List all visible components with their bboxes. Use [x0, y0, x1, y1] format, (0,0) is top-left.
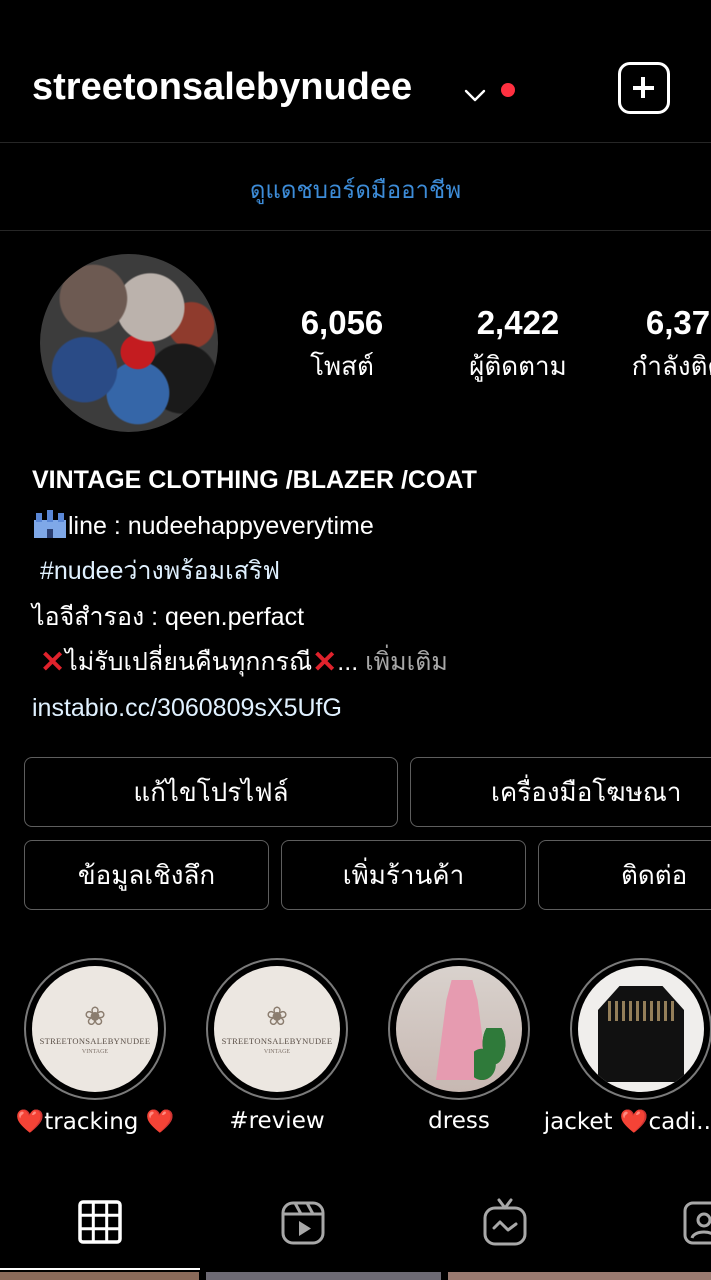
cover-brand-text: STREETONSALEBYNUDEE — [39, 1035, 151, 1046]
stat-followers[interactable]: 2,422 ผู้ติดตาม — [456, 304, 580, 387]
highlight-label: ❤️tracking ❤️ — [15, 1109, 175, 1135]
highlight-review[interactable]: ❀ STREETONSALEBYNUDEE VINTAGE #review — [206, 958, 348, 1134]
bio-line-id: line : nudeehappyeverytime — [68, 511, 374, 540]
profile-tab-bar — [0, 1180, 711, 1270]
followers-label: ผู้ติดตาม — [469, 352, 567, 382]
bio-ellipsis: ... — [337, 648, 359, 676]
bio-policy: ไม่รับเปลี่ยนคืนทุกกรณี — [65, 648, 313, 676]
cover-brand-text: STREETONSALEBYNUDEE — [221, 1035, 333, 1046]
jacket-embroidery — [608, 1001, 674, 1021]
stat-posts[interactable]: 6,056 โพสต์ — [288, 304, 396, 387]
active-tab-indicator — [0, 1268, 200, 1270]
notification-dot — [501, 83, 515, 97]
bio-title: VINTAGE CLOTHING /BLAZER /COAT — [32, 466, 477, 494]
highlight-cover — [396, 966, 522, 1092]
edit-profile-button[interactable]: แก้ไขโปรไฟล์ — [24, 757, 398, 827]
add-post-icon[interactable] — [618, 62, 670, 114]
account-username[interactable]: streetonsalebynudee — [32, 66, 412, 109]
reels-icon[interactable] — [280, 1200, 326, 1246]
tagged-icon[interactable] — [682, 1200, 711, 1246]
divider — [0, 142, 711, 143]
flower-logo-icon: ❀ — [266, 1001, 288, 1032]
bio-line-row: line : nudeehappyeverytime — [32, 504, 711, 550]
posts-count: 6,056 — [300, 304, 384, 341]
flower-logo-icon: ❀ — [84, 1001, 106, 1032]
highlight-cover — [578, 966, 704, 1092]
profile-bio: VINTAGE CLOTHING /BLAZER /COAT line : nu… — [32, 458, 711, 731]
professional-dashboard-link[interactable]: ดูแดชบอร์ดมืออาชีพ — [0, 170, 711, 209]
castle-icon — [34, 509, 66, 538]
highlight-label: jacket ❤️cadi... — [543, 1109, 711, 1135]
plant-image — [474, 1028, 514, 1080]
insights-button[interactable]: ข้อมูลเชิงลึก — [24, 840, 269, 910]
grid-icon[interactable] — [78, 1200, 122, 1244]
bio-more-link[interactable]: เพิ่มเติม — [365, 648, 448, 676]
top-bar: streetonsalebynudee — [0, 40, 711, 140]
highlight-label: #review — [229, 1108, 325, 1134]
divider — [0, 230, 711, 231]
bio-link[interactable]: instabio.cc/3060809sX5UfG — [32, 686, 711, 732]
posts-label: โพสต์ — [310, 352, 374, 382]
highlight-cover: ❀ STREETONSALEBYNUDEE VINTAGE — [214, 966, 340, 1092]
followers-count: 2,422 — [476, 304, 560, 341]
highlight-jacket[interactable]: jacket ❤️cadi... — [544, 958, 711, 1135]
profile-avatar[interactable] — [40, 254, 218, 432]
highlight-tracking[interactable]: ❀ STREETONSALEBYNUDEE VINTAGE ❤️tracking… — [16, 958, 174, 1135]
bio-backup-account: ไอจีสำรอง : qeen.perfact — [32, 602, 305, 631]
cover-sub-text: VINTAGE — [263, 1048, 291, 1055]
contact-button[interactable]: ติดต่อ — [538, 840, 711, 910]
igtv-icon[interactable] — [482, 1198, 528, 1248]
profile-page: streetonsalebynudee ดูแดชบอร์ดมืออาชีพ 6… — [0, 0, 711, 1280]
chevron-down-icon[interactable] — [462, 86, 488, 106]
red-x-icon: ✕ — [40, 646, 66, 679]
following-label: กำลังติด — [631, 352, 711, 382]
cover-sub-text: VINTAGE — [81, 1048, 109, 1055]
bio-hashtag[interactable]: #nudeeว่างพร้อมเสริฟ — [32, 549, 711, 595]
ad-tools-button[interactable]: เครื่องมือโฆษณา — [410, 757, 711, 827]
following-count: 6,37 — [645, 304, 711, 341]
red-x-icon: ✕ — [312, 646, 338, 679]
post-grid-preview — [0, 1272, 711, 1280]
highlight-cover: ❀ STREETONSALEBYNUDEE VINTAGE — [32, 966, 158, 1092]
bio-policy-row: ✕ไม่รับเปลี่ยนคืนทุกกรณี✕... เพิ่มเติม — [32, 640, 711, 686]
highlight-dress[interactable]: dress — [388, 958, 530, 1134]
stat-following[interactable]: 6,37 กำลังติด — [618, 304, 711, 387]
add-shop-button[interactable]: เพิ่มร้านค้า — [281, 840, 526, 910]
